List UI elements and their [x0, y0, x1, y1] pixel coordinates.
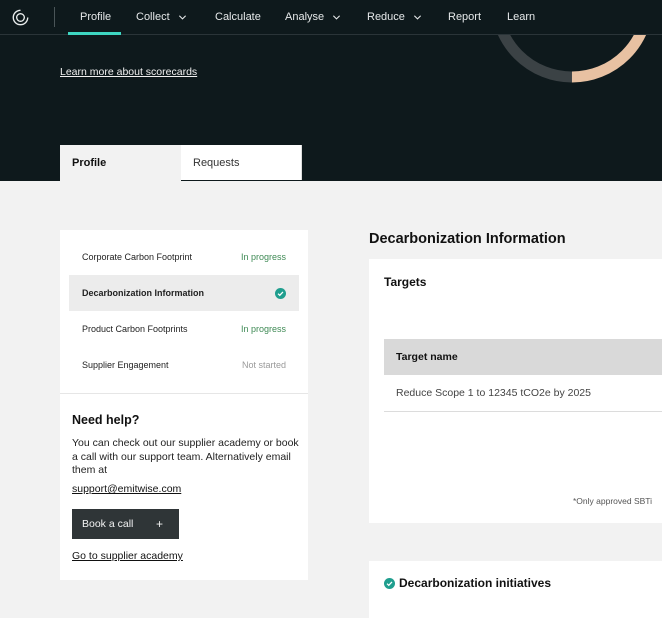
nav-divider	[54, 7, 55, 27]
sidebar-item-product-carbon-footprints[interactable]: Product Carbon Footprints In progress	[69, 311, 299, 347]
help-title: Need help?	[72, 413, 140, 427]
help-text: You can check out our supplier academy o…	[72, 437, 299, 476]
sidebar-item-label: Decarbonization Information	[82, 288, 205, 298]
book-a-call-label: Book a call	[82, 518, 134, 530]
nav-calculate[interactable]: Calculate	[215, 0, 261, 35]
profile-sidebar-card: Corporate Carbon Footprint In progress D…	[60, 230, 308, 580]
nav-collect-label: Collect	[136, 11, 170, 23]
column-header-target-name: Target name	[396, 351, 458, 363]
sidebar-item-corporate-carbon-footprint[interactable]: Corporate Carbon Footprint In progress	[69, 239, 299, 275]
sidebar-item-label: Corporate Carbon Footprint	[82, 252, 193, 262]
nav-profile[interactable]: Profile	[80, 0, 111, 35]
nav-profile-label: Profile	[80, 11, 112, 23]
nav-reduce[interactable]: Reduce	[367, 0, 422, 35]
nav-learn[interactable]: Learn	[507, 0, 535, 35]
check-circle-icon	[384, 577, 395, 589]
sidebar-item-label: Supplier Engagement	[82, 360, 169, 370]
nav-calculate-label: Calculate	[215, 11, 261, 23]
support-email-link[interactable]: support@emitwise.com	[72, 483, 181, 495]
tab-profile-label: Profile	[72, 157, 107, 169]
nav-collect[interactable]: Collect	[136, 0, 187, 35]
tab-requests[interactable]: Requests	[181, 145, 302, 180]
status-badge: In progress	[240, 324, 286, 334]
status-badge: In progress	[240, 252, 286, 262]
top-navigation: Profile Collect Calculate Analyse Reduce…	[0, 0, 662, 35]
check-circle-icon	[275, 287, 286, 299]
book-a-call-button[interactable]: Book a call +	[72, 509, 179, 539]
nav-analyse[interactable]: Analyse	[285, 0, 341, 35]
targets-title: Targets	[384, 275, 427, 289]
targets-card: Targets Target name Reduce Scope 1 to 12…	[369, 259, 662, 523]
plus-icon: +	[156, 517, 164, 531]
tab-profile[interactable]: Profile	[60, 145, 181, 181]
nav-learn-label: Learn	[507, 11, 536, 23]
initiatives-title: Decarbonization initiatives	[384, 576, 551, 590]
target-name-cell: Reduce Scope 1 to 12345 tCO2e by 2025	[396, 387, 591, 399]
sidebar-item-label: Product Carbon Footprints	[82, 324, 188, 334]
status-badge: Not started	[241, 360, 286, 370]
nav-reduce-label: Reduce	[367, 11, 405, 23]
page-title: Decarbonization Information	[369, 231, 566, 247]
nav-report-label: Report	[448, 11, 482, 23]
emitwise-logo-icon[interactable]	[12, 9, 29, 26]
supplier-academy-link[interactable]: Go to supplier academy	[72, 550, 183, 562]
tab-requests-label: Requests	[193, 156, 240, 169]
card-divider	[60, 393, 308, 394]
chevron-down-icon	[178, 15, 186, 20]
table-row[interactable]: Reduce Scope 1 to 12345 tCO2e by 2025	[384, 375, 662, 412]
chevron-down-icon	[333, 15, 341, 20]
targets-table-header: Target name	[384, 339, 662, 375]
decarbonization-initiatives-card: Decarbonization initiatives	[369, 561, 662, 618]
nav-report[interactable]: Report	[448, 0, 481, 35]
learn-more-scorecards-link[interactable]: Learn more about scorecards	[60, 66, 197, 78]
initiatives-title-label: Decarbonization initiatives	[399, 576, 552, 590]
chevron-down-icon	[413, 15, 421, 20]
sidebar-item-decarbonization-information[interactable]: Decarbonization Information	[69, 275, 299, 311]
nav-analyse-label: Analyse	[285, 11, 325, 23]
scorecard-donut-chart	[497, 35, 647, 83]
sbti-note: *Only approved SBTi	[573, 496, 653, 506]
sidebar-item-supplier-engagement[interactable]: Supplier Engagement Not started	[69, 347, 299, 383]
